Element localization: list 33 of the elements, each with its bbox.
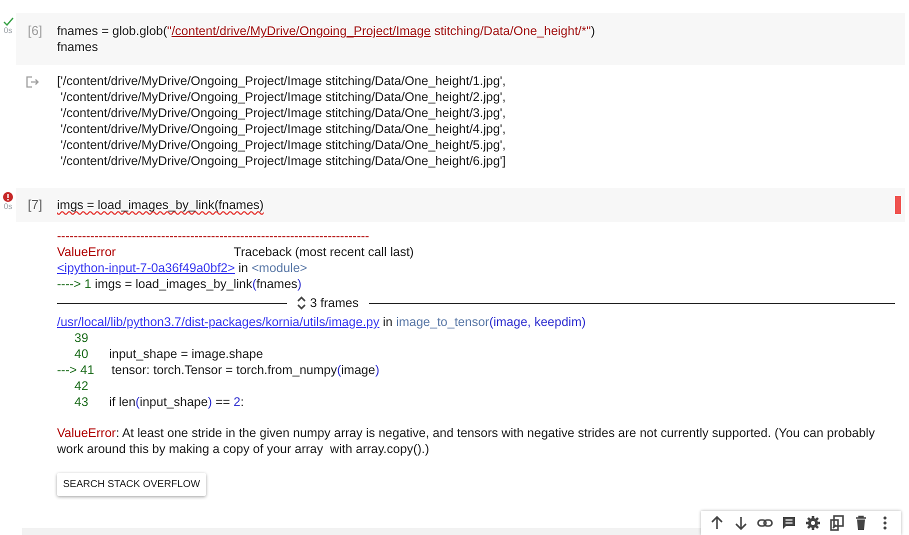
code-line: fnames = glob.glob("/content/drive/MyDrive/Ongoing_Project/Image stitching/Data/One_height/*") <box>57 23 595 39</box>
output-line: 39 <box>73 330 90 346</box>
output-line: '/content/drive/MyDrive/Ongoing_Project/Image stitching/Data/One_height/3.jpg', <box>59 105 507 121</box>
error-marker <box>895 196 901 214</box>
code-line: fnames <box>57 39 99 55</box>
output-line: 42 <box>73 378 90 394</box>
output-line: ----> 1 imgs = load_images_by_link(fnames) <box>57 276 303 292</box>
output-line: 40 input_shape = image.shape <box>73 346 264 362</box>
code-line: imgs = load_images_by_link(fnames) <box>57 197 264 213</box>
output-line: 43 if len(input_shape) == 2: <box>73 394 245 410</box>
output-line: ['/content/drive/MyDrive/Ongoing_Project/Image stitching/Data/One_height/1.jpg', <box>57 73 507 89</box>
output-line: --------------------------------------------------------------------------- <box>57 228 370 244</box>
output-line: <ipython-input-7-0a36f49a0bf2> in <module> <box>57 260 308 276</box>
window-arrow-icon[interactable] <box>827 514 847 532</box>
output-line: '/content/drive/MyDrive/Ongoing_Project/Image stitching/Data/One_height/4.jpg', <box>59 121 507 137</box>
output-line: ---> 41 tensor: torch.Tensor = torch.from_numpy(image) <box>57 362 380 378</box>
code-cell[interactable]: [6] fnames = glob.glob("/content/drive/MyDrive/Ongoing_Project/Image stitching/Data/One_height/*") fnames <box>16 13 905 65</box>
execution-count: [6] <box>26 23 44 40</box>
output-line: '/content/drive/MyDrive/Ongoing_Project/Image stitching/Data/One_height/5.jpg', <box>59 137 507 153</box>
error-message: ValueError: At least one stride in the given numpy array is negative, and tensors with negative strides are not currently supported. (You can probably work around this by making a copy of your array with array.copy().) <box>57 425 876 457</box>
output-line: ValueError Traceback (most recent call last) <box>57 244 415 260</box>
execution-time: 0s <box>4 26 12 35</box>
output-line: /usr/local/lib/python3.7/dist-packages/kornia/utils/image.py in image_to_tensor(image, keepdim) <box>57 314 587 330</box>
search-stack-overflow-button[interactable]: SEARCH STACK OVERFLOW <box>57 473 206 496</box>
code-cell[interactable]: [7] imgs = load_images_by_link(fnames) <box>16 188 905 222</box>
frames-toggle[interactable]: 3 frames <box>293 296 363 310</box>
execution-time: 0s <box>4 202 12 211</box>
settings-icon[interactable] <box>803 514 823 532</box>
output-line: '/content/drive/MyDrive/Ongoing_Project/Image stitching/Data/One_height/2.jpg', <box>59 89 507 105</box>
expand-icon <box>297 296 306 310</box>
output-line: '/content/drive/MyDrive/Ongoing_Project/Image stitching/Data/One_height/6.jpg'] <box>59 153 507 169</box>
execution-count: [7] <box>26 197 44 213</box>
output-icon[interactable] <box>26 76 40 88</box>
